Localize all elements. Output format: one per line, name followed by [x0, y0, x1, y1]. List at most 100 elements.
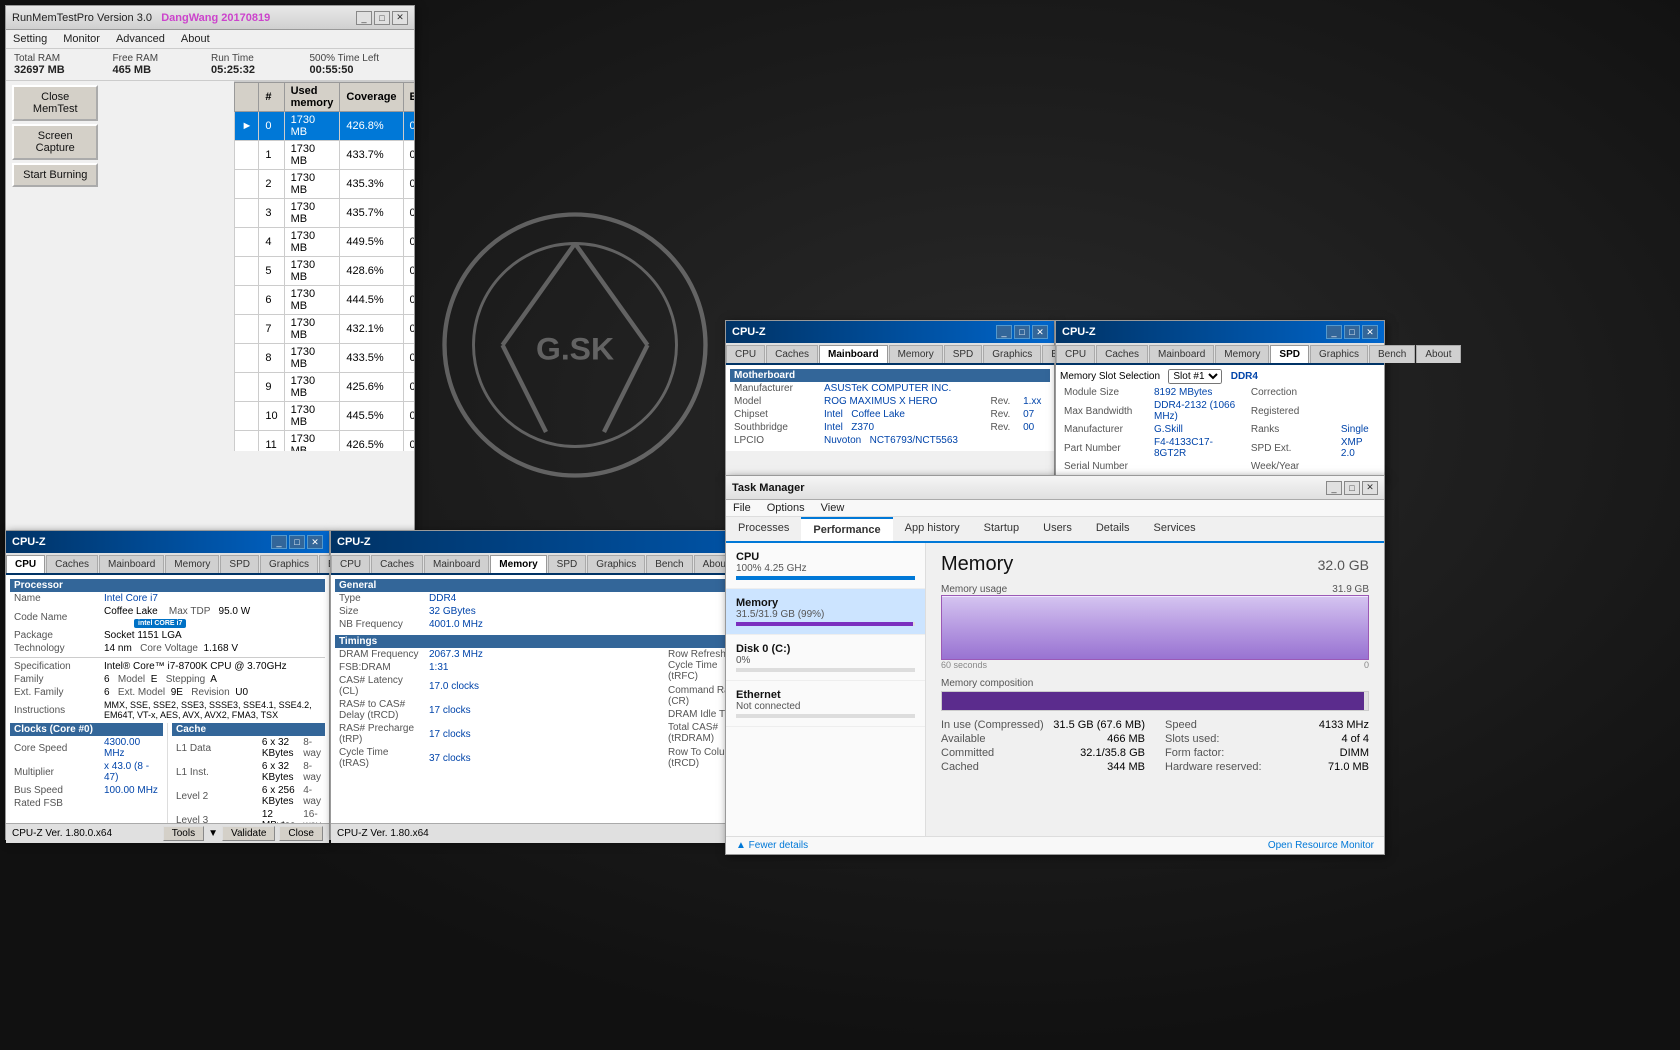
sidebar-cpu[interactable]: CPU 100% 4.25 GHz	[726, 543, 925, 589]
cpuz3-tab-mainboard[interactable]: Mainboard	[819, 345, 888, 363]
taskman-minimize[interactable]: _	[1326, 481, 1342, 495]
cpuz4-tab-bench[interactable]: Bench	[1369, 345, 1415, 363]
sidebar-memory[interactable]: Memory 31.5/31.9 GB (99%)	[726, 589, 925, 635]
cpuz4-titlebar: CPU-Z _ □ ✕	[1056, 321, 1384, 343]
cpuz1-tab-graphics[interactable]: Graphics	[260, 555, 318, 573]
cpuz2-tab-bench[interactable]: Bench	[646, 555, 692, 573]
cpuz4-minimize[interactable]: _	[1326, 325, 1342, 339]
cpuz4-tab-spd[interactable]: SPD	[1270, 345, 1309, 363]
runmem-menu-advanced[interactable]: Advanced	[113, 32, 168, 46]
close-memtest-btn[interactable]: Close MemTest	[12, 85, 98, 121]
runmem-close-btn[interactable]: ✕	[392, 11, 408, 25]
cpuz4-tab-caches[interactable]: Caches	[1096, 345, 1148, 363]
cpuz4-tab-mainboard[interactable]: Mainboard	[1149, 345, 1214, 363]
cpuz4-maximize[interactable]: □	[1344, 325, 1360, 339]
tab-details[interactable]: Details	[1084, 517, 1142, 541]
tab-app-history[interactable]: App history	[893, 517, 972, 541]
table-row[interactable]: ► 0 1730 MB 426.8% 0	[235, 112, 414, 141]
row-indicator	[235, 170, 259, 199]
table-row[interactable]: 1 1730 MB 433.7% 0	[235, 141, 414, 170]
cpuz1-close[interactable]: ✕	[307, 535, 323, 549]
table-row[interactable]: 3 1730 MB 435.7% 0	[235, 199, 414, 228]
runmem-menu-monitor[interactable]: Monitor	[60, 32, 103, 46]
start-burning-btn[interactable]: Start Burning	[12, 163, 98, 187]
taskman-main: Memory 32.0 GB Memory usage 31.9 GB 60 s…	[926, 543, 1384, 836]
table-row[interactable]: 11 1730 MB 426.5% 0	[235, 431, 414, 452]
cpuz4-close[interactable]: ✕	[1362, 325, 1378, 339]
cpuz4-tab-memory[interactable]: Memory	[1215, 345, 1269, 363]
row-used: 1730 MB	[284, 170, 340, 199]
row-coverage: 425.6%	[340, 373, 403, 402]
cpuz3-window: CPU-Z _ □ ✕ CPU Caches Mainboard Memory …	[725, 320, 1055, 480]
cpuz3-close[interactable]: ✕	[1032, 325, 1048, 339]
taskman-menu-view[interactable]: View	[818, 501, 848, 515]
taskman-close[interactable]: ✕	[1362, 481, 1378, 495]
cpuz1-validate-btn[interactable]: Validate	[222, 826, 275, 841]
taskman-maximize[interactable]: □	[1344, 481, 1360, 495]
sidebar-memory-bar-fill	[736, 622, 913, 626]
table-row[interactable]: 7 1730 MB 432.1% 0	[235, 315, 414, 344]
tab-services[interactable]: Services	[1141, 517, 1207, 541]
runmem-minimize-btn[interactable]: _	[356, 11, 372, 25]
cpuz2-tab-cpu[interactable]: CPU	[331, 555, 370, 573]
runmem-stats: Total RAM 32697 MB Free RAM 465 MB Run T…	[6, 49, 414, 81]
runmem-maximize-btn[interactable]: □	[374, 11, 390, 25]
slots-label: Slots used:	[1165, 733, 1219, 745]
row-id: 1	[259, 141, 284, 170]
cpuz1-tab-mainboard[interactable]: Mainboard	[99, 555, 164, 573]
row-errors: 0	[403, 286, 414, 315]
table-row[interactable]: 10 1730 MB 445.5% 0	[235, 402, 414, 431]
row-used: 1730 MB	[284, 315, 340, 344]
table-row[interactable]: 8 1730 MB 433.5% 0	[235, 344, 414, 373]
cpuz3-tab-caches[interactable]: Caches	[766, 345, 818, 363]
taskman-menu: File Options View	[726, 500, 1384, 517]
tab-users[interactable]: Users	[1031, 517, 1084, 541]
package-label: Package	[10, 629, 100, 642]
cpuz4-tab-graphics[interactable]: Graphics	[1310, 345, 1368, 363]
table-row[interactable]: 4 1730 MB 449.5% 0	[235, 228, 414, 257]
cpuz1-minimize[interactable]: _	[271, 535, 287, 549]
cpuz1-tab-cpu[interactable]: CPU	[6, 555, 45, 573]
table-row[interactable]: 9 1730 MB 425.6% 0	[235, 373, 414, 402]
runmem-menu-setting[interactable]: Setting	[10, 32, 50, 46]
cpuz3-maximize[interactable]: □	[1014, 325, 1030, 339]
sidebar-ethernet[interactable]: Ethernet Not connected	[726, 681, 925, 727]
table-row[interactable]: 2 1730 MB 435.3% 0	[235, 170, 414, 199]
cpuz1-tab-memory[interactable]: Memory	[165, 555, 219, 573]
cpuz1-close-btn[interactable]: Close	[279, 826, 323, 841]
cpuz1-tools-btn[interactable]: Tools	[163, 826, 204, 841]
cpuz3-tab-spd[interactable]: SPD	[944, 345, 983, 363]
cpuz2-tab-memory[interactable]: Memory	[490, 555, 546, 573]
tab-startup[interactable]: Startup	[972, 517, 1031, 541]
open-resource-monitor-link[interactable]: Open Resource Monitor	[1268, 840, 1374, 851]
cpuz1-maximize[interactable]: □	[289, 535, 305, 549]
cpuz2-tab-mainboard[interactable]: Mainboard	[424, 555, 489, 573]
row-indicator	[235, 344, 259, 373]
row-id: 10	[259, 402, 284, 431]
memory-graph	[941, 595, 1369, 660]
table-row[interactable]: 6 1730 MB 444.5% 0	[235, 286, 414, 315]
codename-label: Code Name	[10, 605, 100, 629]
cpuz3-minimize[interactable]: _	[996, 325, 1012, 339]
cpuz1-tab-spd[interactable]: SPD	[220, 555, 259, 573]
cached-value: 344 MB	[1107, 761, 1145, 773]
tab-processes[interactable]: Processes	[726, 517, 801, 541]
cpuz4-tab-about[interactable]: About	[1416, 345, 1460, 363]
fewer-details-link[interactable]: ▲ Fewer details	[736, 840, 808, 851]
screen-capture-btn[interactable]: Screen Capture	[12, 124, 98, 160]
taskman-menu-options[interactable]: Options	[764, 501, 808, 515]
cpuz2-tab-spd[interactable]: SPD	[548, 555, 587, 573]
cpuz3-tab-graphics[interactable]: Graphics	[983, 345, 1041, 363]
taskman-menu-file[interactable]: File	[730, 501, 754, 515]
cpuz4-tab-cpu[interactable]: CPU	[1056, 345, 1095, 363]
runmem-menu-about[interactable]: About	[178, 32, 213, 46]
cpuz3-tab-cpu[interactable]: CPU	[726, 345, 765, 363]
tab-performance[interactable]: Performance	[801, 517, 892, 541]
cpuz3-tab-memory[interactable]: Memory	[889, 345, 943, 363]
sidebar-disk[interactable]: Disk 0 (C:) 0%	[726, 635, 925, 681]
cpuz2-tab-graphics[interactable]: Graphics	[587, 555, 645, 573]
table-row[interactable]: 5 1730 MB 428.6% 0	[235, 257, 414, 286]
slot-select[interactable]: Slot #1	[1168, 369, 1222, 384]
cpuz1-tab-caches[interactable]: Caches	[46, 555, 98, 573]
cpuz2-tab-caches[interactable]: Caches	[371, 555, 423, 573]
